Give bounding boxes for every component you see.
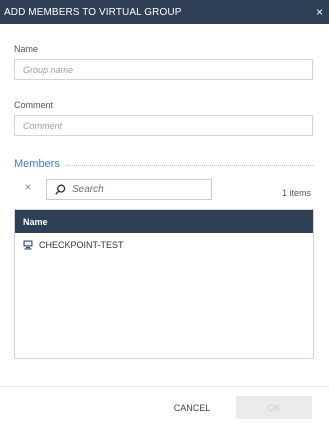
ok-button[interactable]: OK [236,396,312,419]
table-header: Name [15,210,313,233]
dialog-title: ADD MEMBERS TO VIRTUAL GROUP [4,6,182,18]
footer-divider [0,386,329,387]
dialog-titlebar: ADD MEMBERS TO VIRTUAL GROUP × [0,0,329,24]
column-header-name[interactable]: Name [23,217,48,227]
item-count: 1 items [281,188,311,198]
name-label: Name [14,44,39,54]
cancel-button[interactable]: CANCEL [166,397,218,419]
search-icon [55,184,66,195]
members-title: Members [14,158,60,170]
comment-label: Comment [14,100,54,110]
members-section-header: Members [14,157,313,171]
member-search-box[interactable] [46,179,212,200]
clear-search-icon[interactable]: × [22,181,34,193]
search-input[interactable] [72,184,202,195]
section-divider [65,165,313,166]
comment-input[interactable] [14,115,313,136]
members-table: Name CHECKPOINT-TEST [14,209,314,359]
table-row[interactable]: CHECKPOINT-TEST [15,235,313,255]
close-icon[interactable]: × [316,6,323,18]
row-name: CHECKPOINT-TEST [39,240,124,250]
group-name-input[interactable] [14,59,313,80]
gateway-icon [23,240,33,250]
